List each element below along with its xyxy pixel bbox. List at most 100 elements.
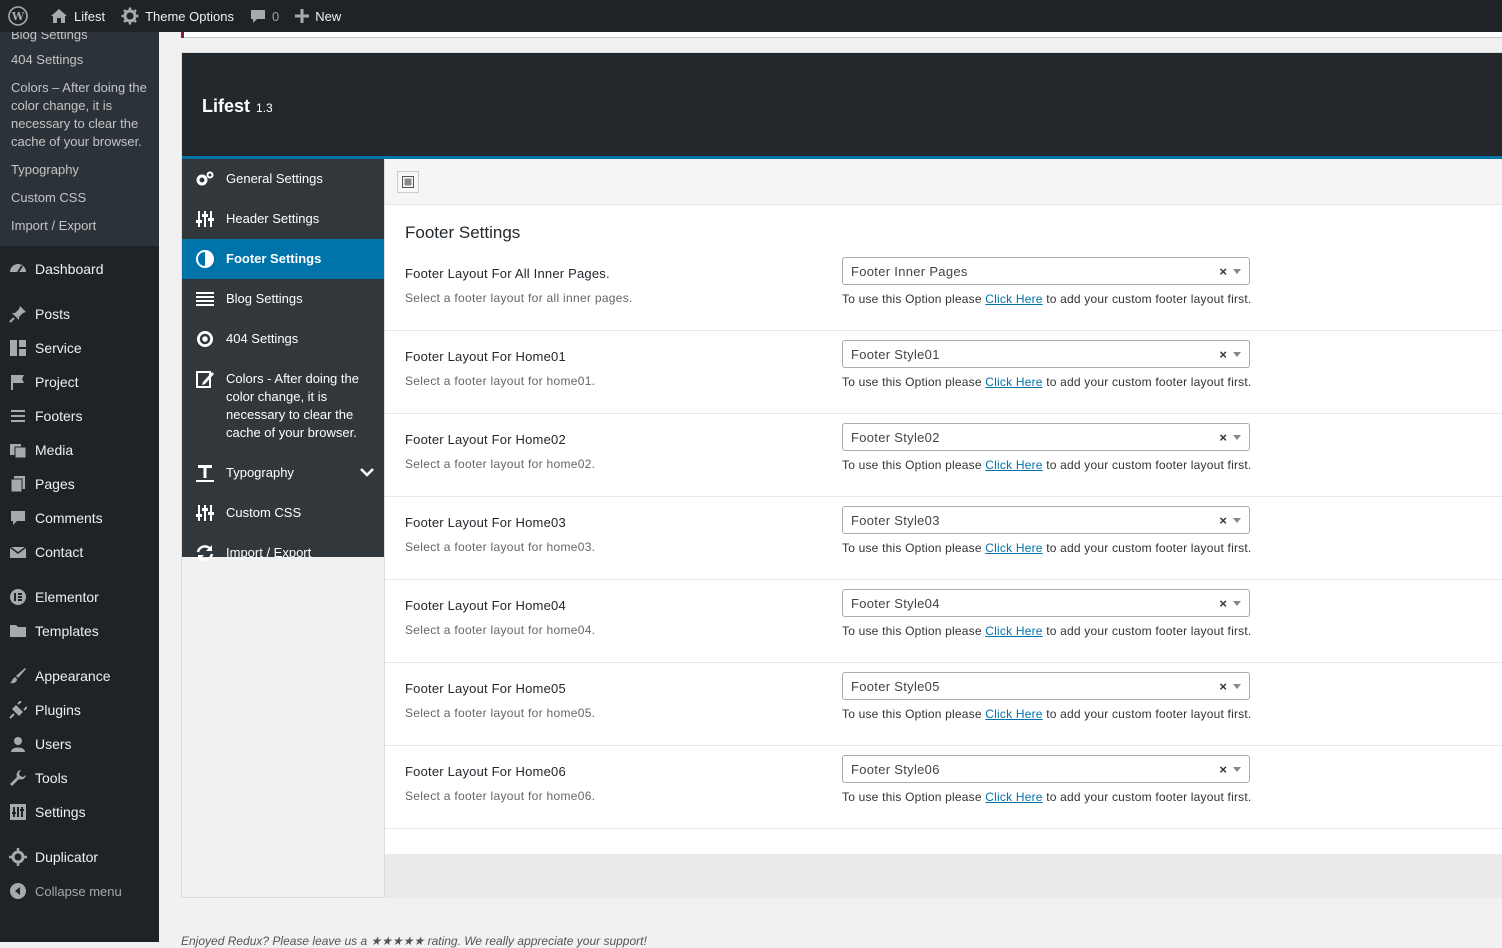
grid-layout-icon bbox=[8, 338, 28, 358]
menu-dashboard[interactable]: Dashboard bbox=[0, 252, 159, 286]
footer-layout-select[interactable]: Footer Style04 × bbox=[842, 589, 1250, 617]
note-prefix: To use this Option please bbox=[842, 541, 982, 555]
field-title: Footer Layout For Home05 bbox=[405, 681, 566, 696]
menu-tools[interactable]: Tools bbox=[0, 761, 159, 795]
redux-nav-blog[interactable]: Blog Settings bbox=[182, 279, 384, 319]
submenu-item-404[interactable]: 404 Settings bbox=[0, 46, 159, 74]
theme-options-link[interactable]: Theme Options bbox=[113, 0, 242, 32]
footer-layout-select[interactable]: Footer Style01 × bbox=[842, 340, 1250, 368]
submenu-item-custom-css[interactable]: Custom CSS bbox=[0, 184, 159, 212]
click-here-link[interactable]: Click Here bbox=[985, 541, 1042, 555]
redux-footer-bar bbox=[384, 854, 1502, 898]
footer-layout-select[interactable]: Footer Style05 × bbox=[842, 672, 1250, 700]
footer-layout-select[interactable]: Footer Style02 × bbox=[842, 423, 1250, 451]
clear-selection-icon[interactable]: × bbox=[1219, 679, 1227, 694]
menu-service[interactable]: Service bbox=[0, 331, 159, 365]
dropdown-arrow-icon[interactable] bbox=[1233, 767, 1241, 772]
footer-layout-select[interactable]: Footer Style03 × bbox=[842, 506, 1250, 534]
user-icon bbox=[8, 734, 28, 754]
field-note: To use this Option please Click Here to … bbox=[842, 541, 1251, 555]
redux-container: Lifest 1.3 General Settings Header Settin… bbox=[181, 52, 1502, 898]
menu-templates-label: Templates bbox=[35, 623, 99, 639]
redux-nav-typography[interactable]: Typography bbox=[182, 453, 384, 493]
click-here-link[interactable]: Click Here bbox=[985, 790, 1042, 804]
field-note: To use this Option please Click Here to … bbox=[842, 292, 1251, 306]
collapse-menu-button[interactable]: Collapse menu bbox=[0, 874, 159, 908]
wordpress-logo-button[interactable]: W bbox=[0, 0, 42, 32]
chevron-down-icon[interactable] bbox=[360, 464, 374, 482]
menu-project[interactable]: Project bbox=[0, 365, 159, 399]
redux-main-panel: Footer Settings Footer Layout For All In… bbox=[384, 159, 1502, 854]
menu-settings[interactable]: Settings bbox=[0, 795, 159, 829]
field-title: Footer Layout For Home04 bbox=[405, 598, 566, 613]
menu-media[interactable]: Media bbox=[0, 433, 159, 467]
click-here-link[interactable]: Click Here bbox=[985, 458, 1042, 472]
clear-selection-icon[interactable]: × bbox=[1219, 264, 1227, 279]
redux-header: Lifest 1.3 bbox=[182, 53, 1502, 159]
menu-footers[interactable]: Footers bbox=[0, 399, 159, 433]
menu-posts[interactable]: Posts bbox=[0, 297, 159, 331]
submenu-item-colors[interactable]: Colors – After doing the color change, i… bbox=[0, 74, 159, 156]
menu-templates[interactable]: Templates bbox=[0, 614, 159, 648]
redux-nav-general[interactable]: General Settings bbox=[182, 159, 384, 199]
redux-nav-custom-css-label: Custom CSS bbox=[226, 505, 302, 520]
footer-layout-select[interactable]: Footer Style06 × bbox=[842, 755, 1250, 783]
dropdown-arrow-icon[interactable] bbox=[1233, 435, 1241, 440]
expand-options-button[interactable] bbox=[397, 171, 419, 193]
menu-users[interactable]: Users bbox=[0, 727, 159, 761]
submenu-item-import-export[interactable]: Import / Export bbox=[0, 212, 159, 240]
menu-elementor[interactable]: Elementor bbox=[0, 580, 159, 614]
field-title: Footer Layout For Home03 bbox=[405, 515, 566, 530]
menu-service-label: Service bbox=[35, 340, 82, 356]
redux-nav-header[interactable]: Header Settings bbox=[182, 199, 384, 239]
dropdown-arrow-icon[interactable] bbox=[1233, 601, 1241, 606]
menu-posts-label: Posts bbox=[35, 306, 71, 322]
redux-nav-404-label: 404 Settings bbox=[226, 331, 299, 346]
field-row: Footer Layout For Home05 Select a footer … bbox=[385, 663, 1502, 746]
click-here-link[interactable]: Click Here bbox=[985, 292, 1042, 306]
submenu-item-typography[interactable]: Typography bbox=[0, 156, 159, 184]
clear-selection-icon[interactable]: × bbox=[1219, 347, 1227, 362]
rating-prompt: Enjoyed Redux? Please leave us a ★★★★★ r… bbox=[181, 934, 647, 948]
redux-nav-colors[interactable]: Colors - After doing the color change, i… bbox=[182, 359, 384, 453]
expand-icon bbox=[402, 176, 414, 188]
click-here-link[interactable]: Click Here bbox=[985, 707, 1042, 721]
menu-contact[interactable]: Contact bbox=[0, 535, 159, 569]
submenu-item-blog-settings[interactable]: Blog Settings bbox=[0, 32, 159, 46]
note-suffix: to add your custom footer layout first. bbox=[1046, 707, 1252, 721]
menu-elementor-label: Elementor bbox=[35, 589, 99, 605]
redux-nav-custom-css[interactable]: Custom CSS bbox=[182, 493, 384, 533]
field-note: To use this Option please Click Here to … bbox=[842, 458, 1251, 472]
click-here-link[interactable]: Click Here bbox=[985, 375, 1042, 389]
dropdown-arrow-icon[interactable] bbox=[1233, 518, 1241, 523]
new-content-link[interactable]: New bbox=[287, 0, 349, 32]
redux-nav-footer-label: Footer Settings bbox=[226, 251, 322, 266]
menu-appearance[interactable]: Appearance bbox=[0, 659, 159, 693]
redux-nav-404[interactable]: 404 Settings bbox=[182, 319, 384, 359]
dropdown-arrow-icon[interactable] bbox=[1233, 684, 1241, 689]
menu-plugins[interactable]: Plugins bbox=[0, 693, 159, 727]
field-note: To use this Option please Click Here to … bbox=[842, 375, 1251, 389]
menu-duplicator[interactable]: Duplicator bbox=[0, 840, 159, 874]
redux-nav-footer[interactable]: Footer Settings bbox=[182, 239, 384, 279]
footer-layout-select[interactable]: Footer Inner Pages × bbox=[842, 257, 1250, 285]
redux-nav-blog-label: Blog Settings bbox=[226, 291, 303, 306]
comments-link[interactable]: 0 bbox=[242, 0, 287, 32]
gear-icon bbox=[121, 7, 139, 25]
clear-selection-icon[interactable]: × bbox=[1219, 513, 1227, 528]
clear-selection-icon[interactable]: × bbox=[1219, 430, 1227, 445]
menu-pages[interactable]: Pages bbox=[0, 467, 159, 501]
clear-selection-icon[interactable]: × bbox=[1219, 596, 1227, 611]
field-note: To use this Option please Click Here to … bbox=[842, 624, 1251, 638]
dropdown-arrow-icon[interactable] bbox=[1233, 269, 1241, 274]
redux-nav-import-export[interactable]: Import / Export bbox=[182, 533, 384, 573]
clear-selection-icon[interactable]: × bbox=[1219, 762, 1227, 777]
top-notice-edge bbox=[181, 32, 1502, 38]
dropdown-arrow-icon[interactable] bbox=[1233, 352, 1241, 357]
redux-version: 1.3 bbox=[256, 101, 273, 115]
select-value: Footer Style01 bbox=[851, 347, 940, 362]
menu-comments[interactable]: Comments bbox=[0, 501, 159, 535]
site-name-link[interactable]: Lifest bbox=[42, 0, 113, 32]
click-here-link[interactable]: Click Here bbox=[985, 624, 1042, 638]
section-title: Footer Settings bbox=[405, 223, 521, 242]
